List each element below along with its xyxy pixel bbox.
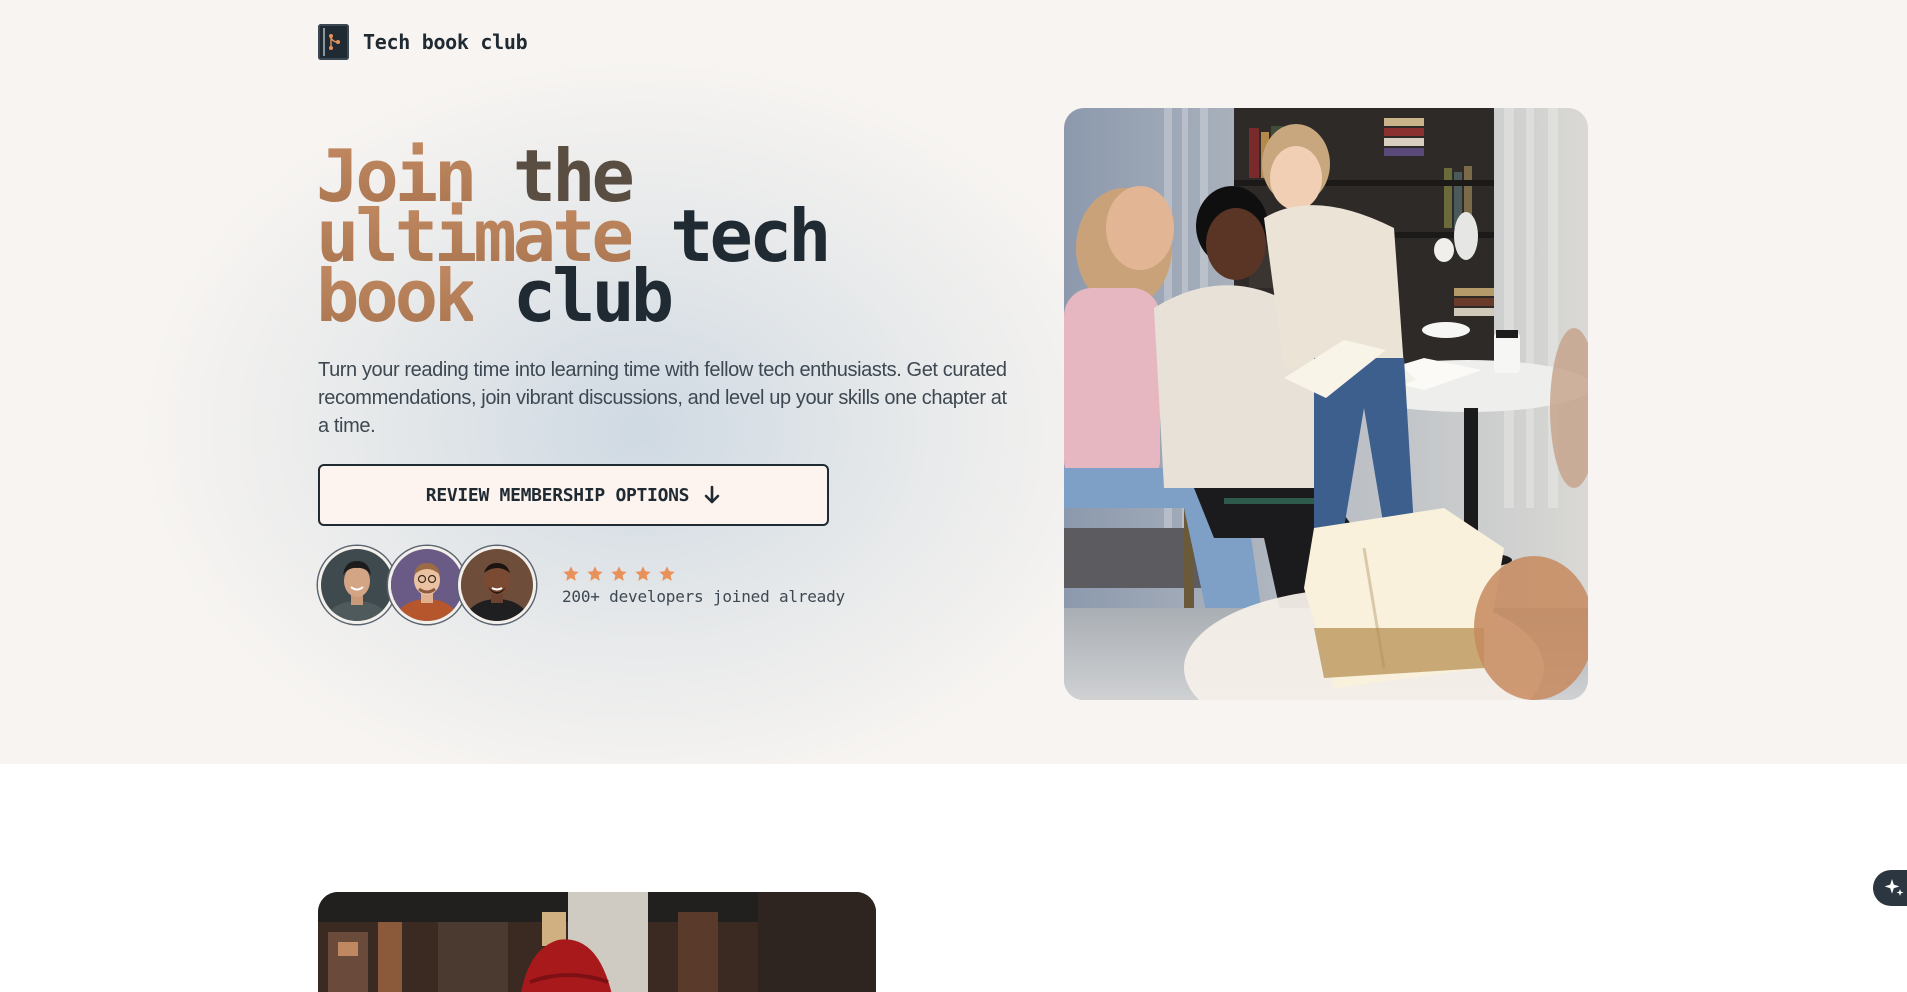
hero-headline: Join the ultimate tech book club xyxy=(316,140,832,332)
hero-subtitle: Turn your reading time into learning tim… xyxy=(318,359,1007,437)
rating-block: 200+ developers joined already xyxy=(562,565,845,606)
headline-word: tech xyxy=(670,194,831,278)
cta-label: REVIEW MEMBERSHIP OPTIONS xyxy=(425,484,690,506)
social-proof: 200+ developers joined already xyxy=(318,546,845,624)
arrow-down-icon xyxy=(703,485,721,505)
hero-section: Tech book club Join the ultimate tech bo… xyxy=(0,0,1907,764)
avatar xyxy=(388,546,466,624)
brand-name: Tech book club xyxy=(363,30,528,54)
group-reading-photo xyxy=(1064,108,1588,700)
star-icon xyxy=(611,565,627,581)
sparkle-icon xyxy=(1884,879,1904,896)
review-membership-button[interactable]: REVIEW MEMBERSHIP OPTIONS xyxy=(318,464,829,526)
star-icon xyxy=(563,565,579,581)
star-icon xyxy=(587,565,603,581)
ai-assistant-button[interactable] xyxy=(1873,870,1907,906)
member-avatars xyxy=(318,546,536,624)
book-branch-icon xyxy=(318,24,349,60)
brand[interactable]: Tech book club xyxy=(318,24,528,60)
members-caption: 200+ developers joined already xyxy=(562,586,845,606)
star-icon xyxy=(635,565,651,581)
headline-word: club xyxy=(512,254,674,338)
reader-with-red-hat-photo xyxy=(318,892,876,992)
rating-stars xyxy=(562,565,845,583)
avatar xyxy=(458,546,536,624)
star-icon xyxy=(659,565,675,581)
avatar xyxy=(318,546,396,624)
headline-word: book xyxy=(316,254,477,338)
